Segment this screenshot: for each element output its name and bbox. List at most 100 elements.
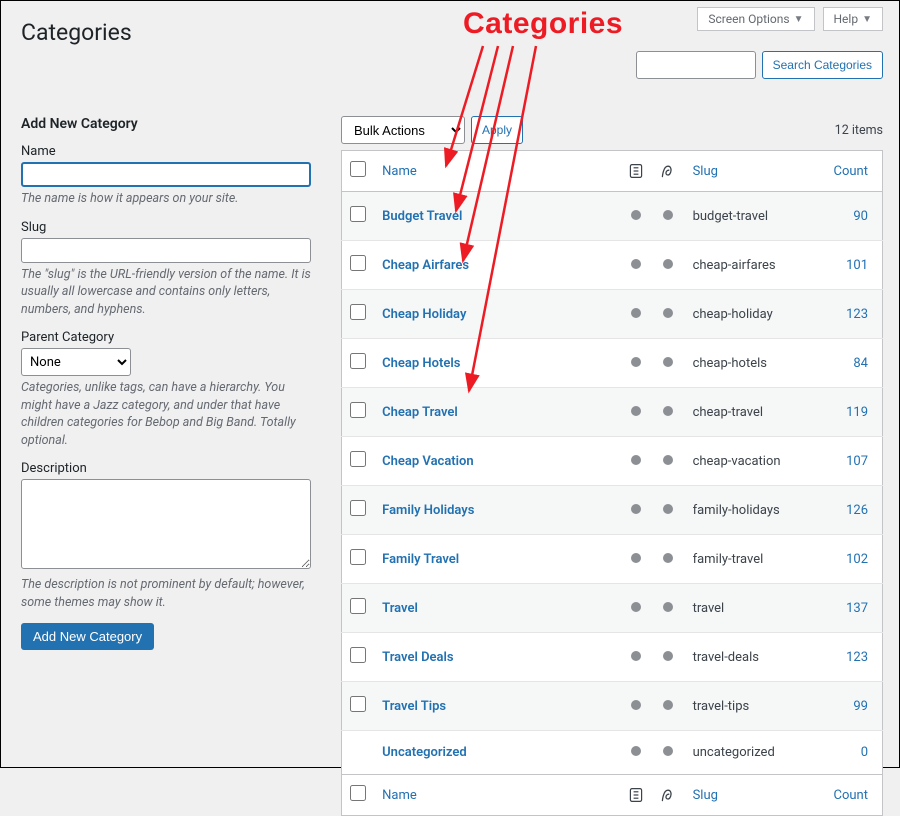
category-slug: cheap-travel	[693, 405, 763, 420]
category-slug: cheap-holiday	[693, 307, 773, 322]
col-name[interactable]: Name	[382, 164, 417, 179]
table-row: Cheap Airfarescheap-airfares101	[342, 241, 883, 290]
help-label: Help	[834, 12, 859, 26]
description-column-icon[interactable]	[628, 787, 644, 803]
add-new-category-button[interactable]: Add New Category	[21, 623, 154, 650]
category-name-link[interactable]: Cheap Vacation	[382, 454, 474, 469]
category-slug: travel-deals	[693, 650, 759, 665]
row-checkbox[interactable]	[350, 255, 366, 271]
yoast-column-icon[interactable]	[660, 787, 676, 803]
name-input[interactable]	[21, 162, 311, 187]
select-all-checkbox-top[interactable]	[350, 161, 366, 177]
category-name-link[interactable]: Budget Travel	[382, 209, 462, 224]
search-input[interactable]	[636, 51, 756, 79]
table-row: Cheap Vacationcheap-vacation107	[342, 437, 883, 486]
slug-input[interactable]	[21, 238, 311, 263]
row-checkbox[interactable]	[350, 353, 366, 369]
row-checkbox[interactable]	[350, 647, 366, 663]
col-name-foot[interactable]: Name	[382, 788, 417, 803]
col-count-foot[interactable]: Count	[834, 788, 868, 803]
category-name-link[interactable]: Travel Tips	[382, 699, 446, 714]
readability-indicator-icon	[631, 210, 641, 220]
table-row: Cheap Travel cheap-travel 119	[342, 388, 883, 437]
row-checkbox[interactable]	[350, 451, 366, 467]
category-slug: family-travel	[693, 552, 764, 567]
category-count-link[interactable]: 90	[853, 209, 868, 224]
slug-label: Slug	[21, 220, 311, 235]
category-name-link[interactable]: Cheap Hotels	[382, 356, 460, 371]
seo-indicator-icon	[663, 210, 673, 220]
category-name-link[interactable]: Uncategorized	[382, 745, 467, 760]
apply-button[interactable]: Apply	[471, 116, 523, 144]
row-checkbox[interactable]	[350, 402, 366, 418]
category-name-link[interactable]: Family Travel	[382, 552, 459, 567]
select-all-checkbox-bottom[interactable]	[350, 785, 366, 801]
row-checkbox[interactable]	[350, 598, 366, 614]
readability-indicator-icon	[631, 602, 641, 612]
table-row: Cheap Holiday cheap-holiday 123	[342, 290, 883, 339]
col-slug-foot[interactable]: Slug	[693, 788, 718, 803]
row-checkbox[interactable]	[350, 549, 366, 565]
readability-indicator-icon	[631, 700, 641, 710]
bulk-actions-select[interactable]: Bulk Actions	[341, 116, 465, 144]
category-count-link[interactable]: 123	[846, 650, 868, 665]
seo-indicator-icon	[663, 602, 673, 612]
seo-indicator-icon	[663, 504, 673, 514]
category-count-link[interactable]: 0	[861, 745, 868, 760]
category-count-link[interactable]: 99	[853, 699, 868, 714]
seo-indicator-icon	[663, 651, 673, 661]
seo-indicator-icon	[663, 308, 673, 318]
seo-indicator-icon	[663, 553, 673, 563]
category-count-link[interactable]: 107	[846, 454, 868, 469]
parent-select[interactable]: None	[21, 348, 131, 376]
name-label: Name	[21, 144, 311, 159]
category-slug: travel	[693, 601, 725, 616]
category-count-link[interactable]: 102	[846, 552, 868, 567]
readability-indicator-icon	[631, 406, 641, 416]
caret-down-icon: ▼	[862, 14, 872, 25]
readability-indicator-icon	[631, 651, 641, 661]
yoast-column-icon[interactable]	[660, 163, 676, 179]
category-count-link[interactable]: 84	[853, 356, 868, 371]
col-count[interactable]: Count	[834, 164, 868, 179]
caret-down-icon: ▼	[794, 14, 804, 25]
category-name-link[interactable]: Travel Deals	[382, 650, 453, 665]
seo-indicator-icon	[663, 259, 673, 269]
seo-indicator-icon	[663, 700, 673, 710]
readability-indicator-icon	[631, 553, 641, 563]
category-name-link[interactable]: Family Holidays	[382, 503, 474, 518]
category-count-link[interactable]: 101	[846, 258, 868, 273]
readability-indicator-icon	[631, 455, 641, 465]
table-row: Budget Travel budget-travel 90	[342, 192, 883, 241]
description-column-icon[interactable]	[628, 163, 644, 179]
table-row: Family Travel family-travel 102	[342, 535, 883, 584]
screen-options-tab[interactable]: Screen Options ▼	[697, 7, 814, 31]
category-count-link[interactable]: 137	[846, 601, 868, 616]
parent-label: Parent Category	[21, 330, 311, 345]
category-name-link[interactable]: Cheap Holiday	[382, 307, 466, 322]
row-checkbox[interactable]	[350, 696, 366, 712]
category-count-link[interactable]: 123	[846, 307, 868, 322]
category-slug: budget-travel	[693, 209, 769, 224]
table-row: Travel Deals travel-deals 123	[342, 633, 883, 682]
row-checkbox[interactable]	[350, 304, 366, 320]
table-row: Family Holidays family-holidays 126	[342, 486, 883, 535]
readability-indicator-icon	[631, 308, 641, 318]
category-name-link[interactable]: Travel	[382, 601, 418, 616]
category-count-link[interactable]: 126	[846, 503, 868, 518]
row-checkbox[interactable]	[350, 500, 366, 516]
parent-help: Categories, unlike tags, can have a hier…	[21, 379, 311, 449]
col-slug[interactable]: Slug	[693, 164, 718, 179]
slug-help: The "slug" is the URL-friendly version o…	[21, 266, 311, 319]
search-categories-button[interactable]: Search Categories	[762, 51, 883, 79]
table-row: Cheap Hotelscheap-hotels84	[342, 339, 883, 388]
category-name-link[interactable]: Cheap Travel	[382, 405, 458, 420]
row-checkbox[interactable]	[350, 206, 366, 222]
description-textarea[interactable]	[21, 479, 311, 569]
category-slug: family-holidays	[693, 503, 780, 518]
category-name-link[interactable]: Cheap Airfares	[382, 258, 469, 273]
category-count-link[interactable]: 119	[846, 405, 868, 420]
seo-indicator-icon	[663, 455, 673, 465]
seo-indicator-icon	[663, 357, 673, 367]
help-tab[interactable]: Help ▼	[823, 7, 884, 31]
